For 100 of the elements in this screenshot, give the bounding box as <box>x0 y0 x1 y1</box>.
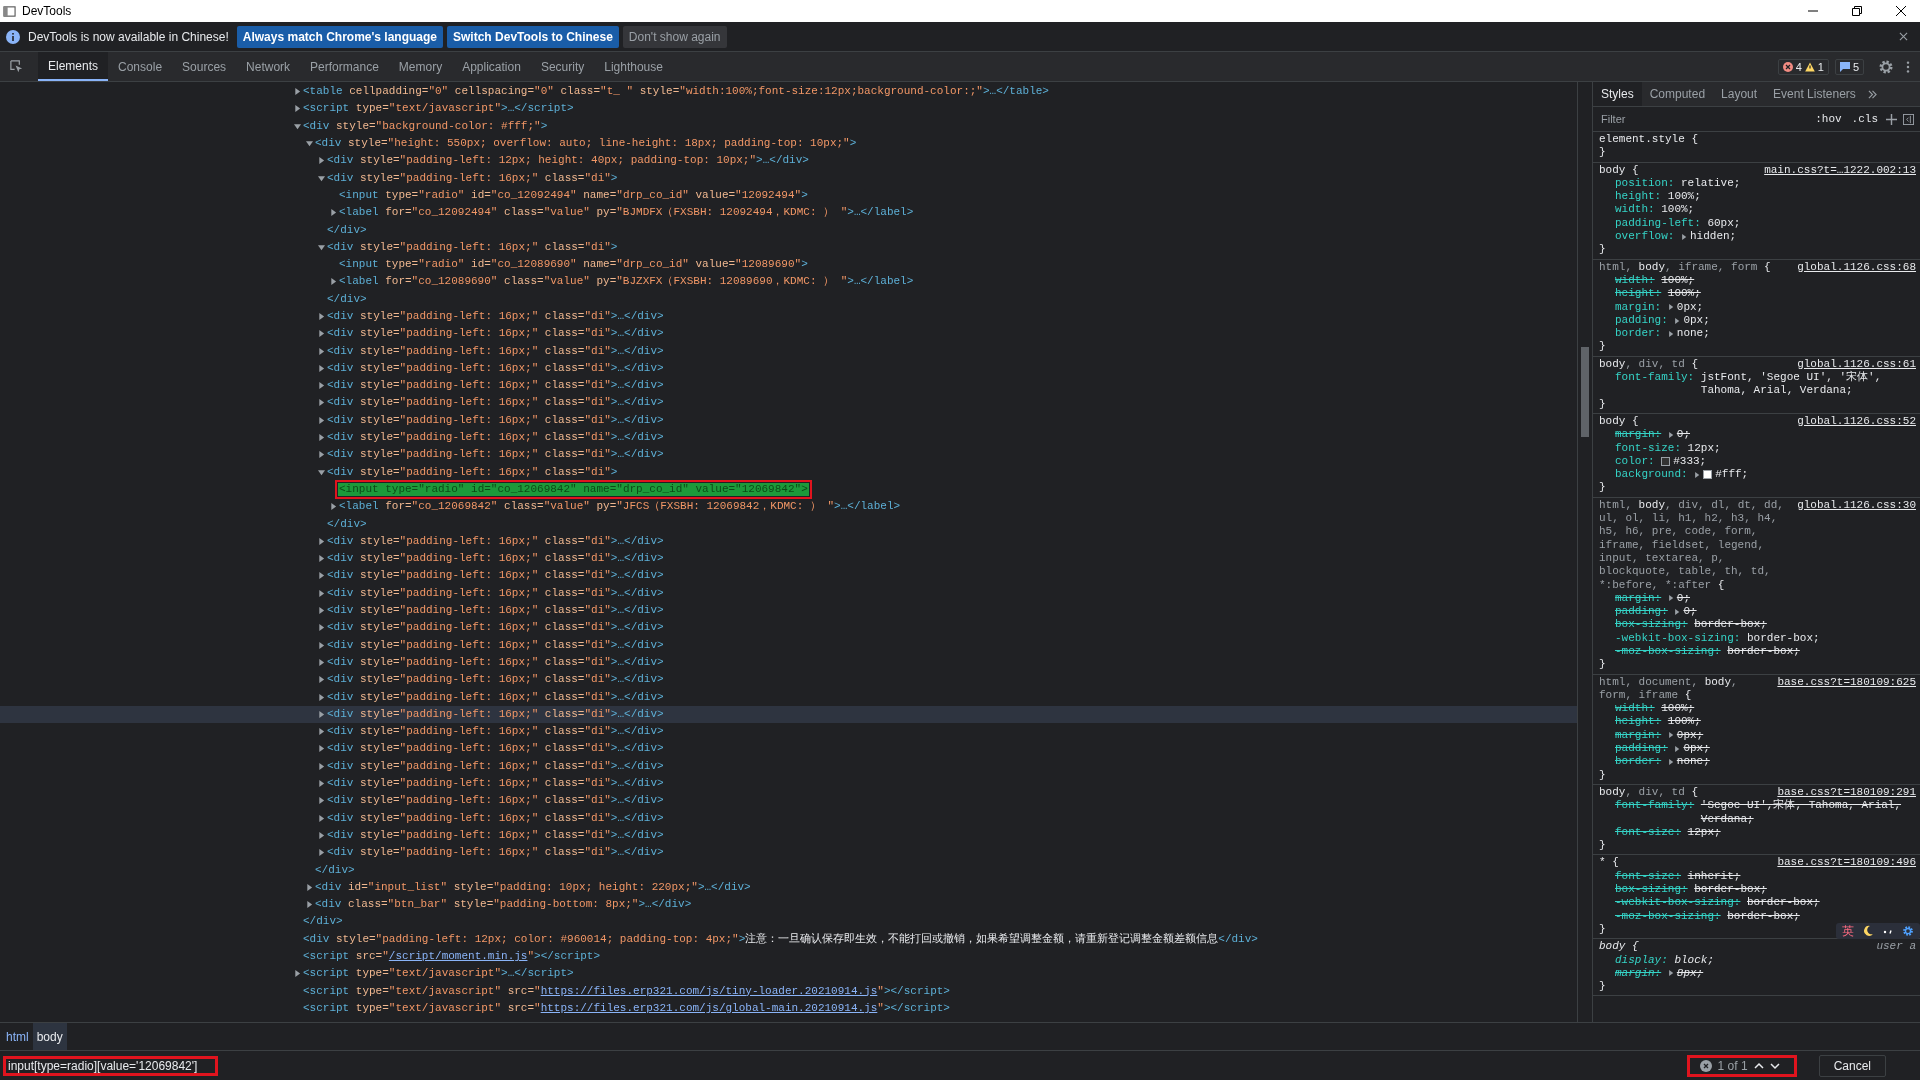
css-value[interactable]: border-box; <box>1747 631 1916 645</box>
css-value[interactable]: 8px; <box>1676 966 1916 981</box>
tree-row[interactable]: <div style="padding-left: 16px;" class="di">…</div> <box>0 809 1577 827</box>
link[interactable]: /script/moment.min.js <box>388 950 528 962</box>
stylesheet-link[interactable]: global.1126.css:52 <box>1797 414 1916 429</box>
css-property[interactable]: margin: <box>1615 728 1662 743</box>
css-value[interactable]: none; <box>1676 327 1916 341</box>
tree-row[interactable]: <script type="text/javascript" src="https://files.erp321.com/js/tiny-loader.20210914.js"></script> <box>0 982 1577 1000</box>
color-swatch[interactable] <box>1703 470 1713 480</box>
ime-language[interactable]: 英 <box>1842 924 1854 939</box>
expand-arrow-icon[interactable] <box>318 416 325 424</box>
panel-tab[interactable]: Sources <box>172 52 237 81</box>
element-tag[interactable]: <div style="padding-left: 16px;" class="di">…</div> <box>326 604 665 618</box>
css-value[interactable]: 100%; <box>1661 702 1916 716</box>
scroll-thumb[interactable] <box>1581 347 1589 437</box>
clear-icon[interactable] <box>1699 1059 1712 1072</box>
element-tag[interactable]: <script type="text/javascript">…</script> <box>302 102 575 116</box>
css-value[interactable]: #fff; <box>1715 468 1916 482</box>
breadcrumb[interactable]: body <box>32 1023 67 1050</box>
panel-tab[interactable]: Console <box>108 52 173 81</box>
element-tag[interactable]: <div style="padding-left: 16px;" class="di">…</div> <box>326 586 665 600</box>
stylesheet-link[interactable]: base.css?t=180109:625 <box>1777 675 1916 689</box>
css-value[interactable]: jstFont, 'Segoe UI', '宋体', Tahoma, Arial, Verdana; <box>1700 371 1916 398</box>
css-property[interactable]: width: <box>1615 203 1655 217</box>
tree-row[interactable]: <div style="padding-left: 16px;" class="di">…</div> <box>0 394 1577 412</box>
css-property[interactable]: margin: <box>1615 428 1662 442</box>
css-value[interactable]: inherit; <box>1687 869 1916 884</box>
tree-row[interactable]: <div style="padding-left: 16px;" class="di">…</div> <box>0 428 1577 447</box>
element-tag[interactable]: <div style="padding-left: 16px;" class="di">…</div> <box>326 344 665 358</box>
infobar-button[interactable]: Switch DevTools to Chinese <box>447 25 619 48</box>
tree-row[interactable]: <div style="padding-left: 16px;" class="di">…</div> <box>0 307 1577 326</box>
css-property[interactable]: -webkit-box-sizing: <box>1615 896 1741 910</box>
tree-row[interactable]: <div style="padding-left: 12px; height: 40px; padding-top: 10px;">…</div> <box>0 152 1577 170</box>
tree-row[interactable]: <label for="co_12092494" class="value" py="BJMDFX（FXSBH: 12092494，KDMC: ） ">…</label> <box>0 204 1577 222</box>
css-value[interactable]: 0px; <box>1683 742 1916 756</box>
element-tag[interactable]: <div style="padding-left: 16px;" class="di">…</div> <box>326 690 665 704</box>
expand-arrow-icon[interactable] <box>318 797 325 805</box>
tree-row[interactable]: <div style="padding-left: 16px;" class="di">…</div> <box>0 792 1577 810</box>
css-value[interactable]: 100%; <box>1661 203 1916 217</box>
tree-row[interactable]: <div style="padding-left: 16px;" class="di">…</div> <box>0 653 1577 672</box>
tree-row[interactable]: <div style="padding-left: 16px;" class="di">…</div> <box>0 532 1577 550</box>
expand-arrow-icon[interactable] <box>318 313 325 320</box>
css-property[interactable]: background: <box>1615 468 1688 482</box>
element-tag[interactable]: <script type="text/javascript" src="https://files.erp321.com/js/tiny-loader.20210914.js"></script> <box>302 984 951 998</box>
scrollbar[interactable] <box>1577 82 1592 1022</box>
expand-arrow-icon[interactable] <box>1694 471 1701 478</box>
element-tag[interactable]: <div style="padding-left: 16px;" class="di">…</div> <box>326 828 665 842</box>
expand-arrow-icon[interactable] <box>318 658 325 666</box>
expand-arrow-icon[interactable] <box>318 468 325 476</box>
issues-counter[interactable]: 4 1 <box>1777 58 1829 75</box>
tree-row[interactable]: <div style="padding-left: 16px;" class="di"> <box>0 238 1577 256</box>
cancel-button[interactable]: Cancel <box>1818 1054 1886 1077</box>
css-property[interactable]: box-sizing: <box>1615 618 1688 632</box>
sidebar-tab[interactable]: Styles <box>1593 82 1642 106</box>
stylesheet-link[interactable]: base.css?t=180109:496 <box>1777 856 1916 870</box>
expand-arrow-icon[interactable] <box>318 330 325 338</box>
expand-arrow-icon[interactable] <box>306 883 313 891</box>
css-value[interactable]: block; <box>1674 953 1916 967</box>
css-property[interactable]: box-sizing: <box>1615 883 1688 897</box>
element-tag[interactable]: <div style="padding-left: 16px;" class="di">…</div> <box>326 638 665 652</box>
stylesheet-link[interactable]: main.css?t=…1222.002:13 <box>1764 163 1916 177</box>
tree-row[interactable]: <table cellpadding="0" cellspacing="0" class="t_ " style="width:100%;font-size:12px;background-color:;">…</table> <box>0 83 1577 101</box>
element-tag[interactable]: <div style="padding-left: 16px;" class="di">…</div> <box>326 569 665 583</box>
css-value[interactable]: 0; <box>1676 428 1916 442</box>
element-tag[interactable]: <div class="btn_bar" style="padding-bottom: 8px;">…</div> <box>314 898 693 912</box>
element-tag[interactable]: <label for="co_12092494" class="value" py="BJMDFX（FXSBH: 12092494，KDMC: ） ">…</label> <box>338 206 915 220</box>
element-tag[interactable]: <div id="input_list" style="padding: 10px; height: 220px;">…</div> <box>314 880 752 894</box>
expand-arrow-icon[interactable] <box>306 140 313 148</box>
css-property[interactable]: height: <box>1615 715 1662 729</box>
breadcrumb[interactable]: html <box>2 1029 33 1044</box>
more-icon[interactable] <box>1906 59 1910 74</box>
expand-arrow-icon[interactable] <box>318 849 325 857</box>
element-tag[interactable]: <div style="padding-left: 16px;" class="di">…</div> <box>326 361 665 375</box>
stylesheet-link[interactable]: user a <box>1876 940 1916 954</box>
css-value[interactable]: none; <box>1676 755 1916 769</box>
tree-row[interactable]: <label for="co_12089690" class="value" py="BJZXFX（FXSBH: 12089690，KDMC: ） ">…</label> <box>0 273 1577 291</box>
css-property[interactable]: height: <box>1615 287 1662 301</box>
element-tag[interactable]: <div style="padding-left: 16px;" class="di">…</div> <box>326 413 665 427</box>
tree-row[interactable]: <div class="btn_bar" style="padding-bottom: 8px;">…</div> <box>0 895 1577 914</box>
tree-row[interactable]: <div id="input_list" style="padding: 10px; height: 220px;">…</div> <box>0 878 1577 896</box>
tree-row[interactable]: <div style="padding-left: 16px;" class="di">…</div> <box>0 342 1577 360</box>
tree-row[interactable]: <div style="padding-left: 16px;" class="di">…</div> <box>0 671 1577 689</box>
css-value[interactable]: border-box; <box>1727 909 1916 923</box>
expand-arrow-icon[interactable] <box>318 157 325 165</box>
element-tag[interactable]: <table cellpadding="0" cellspacing="0" class="t_ " style="width:100%;font-size:12px;background-color:;">…</table> <box>302 85 1050 99</box>
panel-tab[interactable]: Elements <box>38 52 109 81</box>
css-value[interactable]: 100%; <box>1667 715 1916 729</box>
css-value[interactable]: 0px; <box>1676 728 1916 743</box>
css-value[interactable]: 100%; <box>1661 273 1916 288</box>
expand-arrow-icon[interactable] <box>318 451 325 459</box>
panel-tab[interactable]: Application <box>452 52 531 81</box>
css-value[interactable]: border-box; <box>1727 645 1916 659</box>
inspect-icon[interactable] <box>9 59 24 74</box>
tree-row[interactable]: <div style="padding-left: 16px;" class="di">…</div> <box>0 584 1577 602</box>
settings-icon[interactable] <box>1902 925 1914 938</box>
css-value[interactable]: 12px; <box>1687 825 1916 840</box>
css-value[interactable]: 0; <box>1676 591 1916 606</box>
search-field[interactable]: input[type=radio][value='12069842'] <box>3 1055 218 1076</box>
expand-arrow-icon[interactable] <box>318 814 325 822</box>
css-property[interactable]: padding: <box>1615 313 1668 328</box>
